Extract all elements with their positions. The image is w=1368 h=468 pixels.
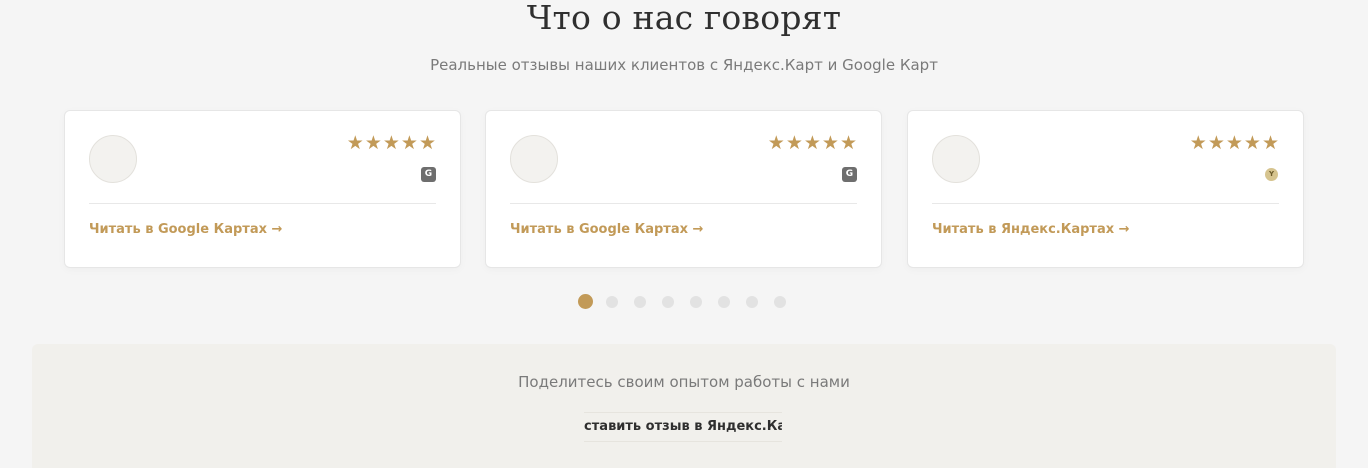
star-icon: ★ [346,132,364,154]
pagination-dot-8[interactable] [774,295,786,308]
star-icon: ★ [1261,132,1279,154]
google-icon: G [421,167,436,182]
carousel-pagination [578,294,786,309]
divider [510,203,857,204]
divider [932,203,1279,204]
star-icon: ★ [1243,132,1261,154]
review-card: ★ ★ ★ ★ ★ Y Читать в Яндекс.Картах → [907,110,1304,268]
star-icon: ★ [1225,132,1243,154]
read-in-google-maps-link[interactable]: Читать в Google Картах → [89,222,282,237]
rating-stars: ★ ★ ★ ★ ★ [768,132,857,154]
avatar [510,135,558,183]
read-in-yandex-maps-link[interactable]: Читать в Яндекс.Картах → [932,222,1130,237]
star-icon: ★ [839,132,857,154]
review-card: ★ ★ ★ ★ ★ G Читать в Google Картах → [485,110,882,268]
google-icon: G [842,167,857,182]
rating-stars: ★ ★ ★ ★ ★ [1190,132,1279,154]
leave-review-yandex-button[interactable]: Оставить отзыв в Яндекс.Картах [584,412,782,442]
section-title: Что о нас говорят [526,0,842,37]
star-icon: ★ [1189,132,1207,154]
pagination-dot-2[interactable] [606,295,618,308]
star-icon: ★ [785,132,803,154]
pagination-dot-1[interactable] [578,294,593,309]
avatar [932,135,980,183]
star-icon: ★ [382,132,400,154]
pagination-dot-3[interactable] [634,295,646,308]
star-icon: ★ [418,132,436,154]
section-subtitle: Реальные отзывы наших клиентов с Яндекс.… [430,56,938,74]
leave-review-button-label: Оставить отзыв в Яндекс.Картах [584,419,782,434]
divider [89,203,436,204]
read-in-google-maps-link[interactable]: Читать в Google Картах → [510,222,703,237]
star-icon: ★ [767,132,785,154]
review-card: ★ ★ ★ ★ ★ G Читать в Google Картах → [64,110,461,268]
avatar [89,135,137,183]
star-icon: ★ [803,132,821,154]
pagination-dot-7[interactable] [746,295,758,308]
share-experience-panel: Поделитесь своим опытом работы с нами Ос… [32,344,1336,468]
yandex-icon: Y [1265,168,1278,181]
rating-stars: ★ ★ ★ ★ ★ [347,132,436,154]
star-icon: ★ [1207,132,1225,154]
pagination-dot-4[interactable] [662,295,674,308]
star-icon: ★ [400,132,418,154]
pagination-dot-5[interactable] [690,295,702,308]
share-prompt: Поделитесь своим опытом работы с нами [518,373,850,391]
pagination-dot-6[interactable] [718,295,730,308]
star-icon: ★ [364,132,382,154]
star-icon: ★ [821,132,839,154]
